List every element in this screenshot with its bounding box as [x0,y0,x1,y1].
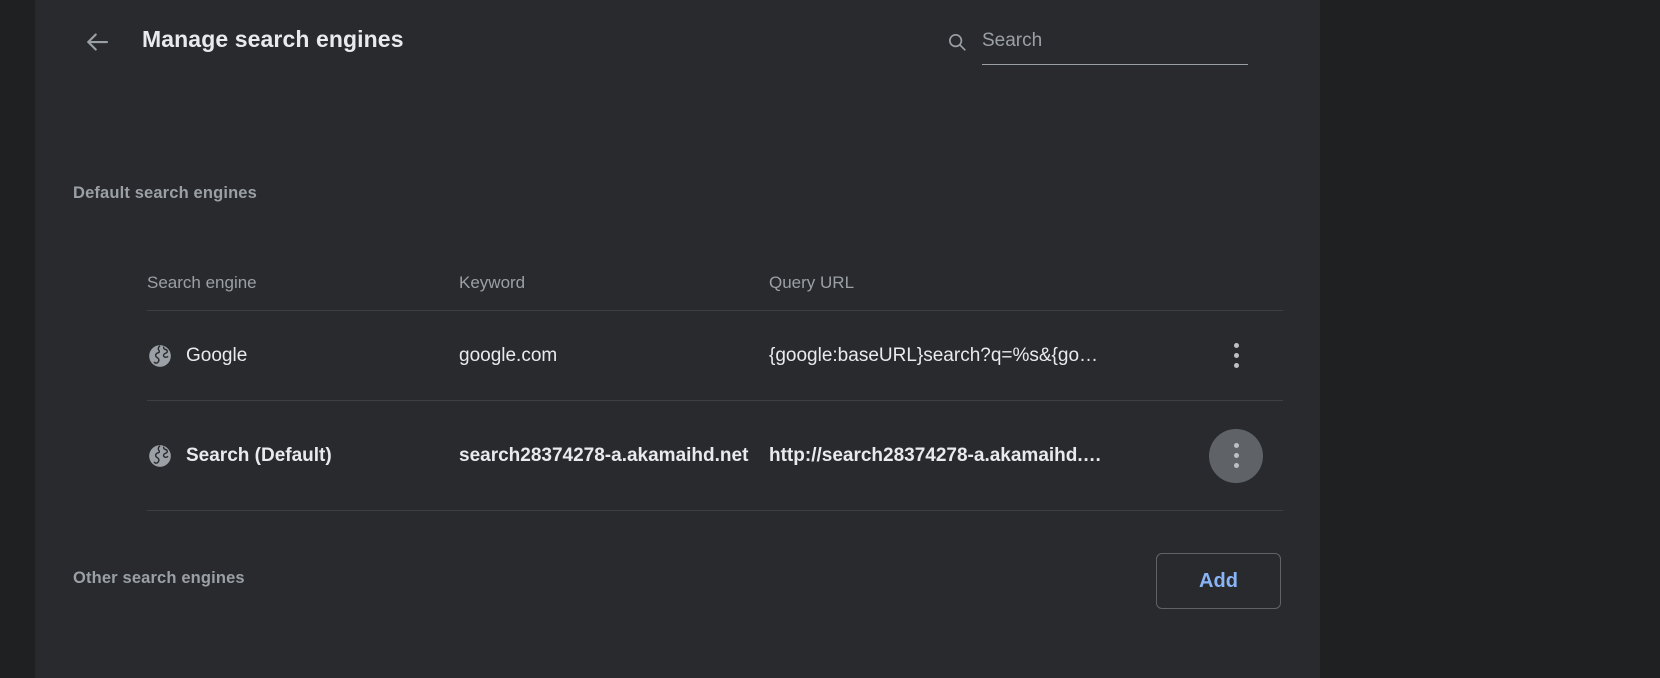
settings-screen: Manage search engines Default search eng… [0,0,1660,678]
globe-icon [147,343,173,369]
cell-engine-name: Google [186,344,248,366]
default-search-engines-label: Default search engines [73,184,257,202]
back-button[interactable] [73,18,121,66]
row-menu-button[interactable] [1209,428,1263,483]
column-header-query-url: Query URL [769,272,855,292]
column-header-keyword: Keyword [459,272,526,292]
cell-query-url: http://search28374278-a.akamaihd.… [769,444,1102,466]
column-header-search-engine: Search engine [147,272,257,292]
other-search-engines-label: Other search engines [73,569,245,587]
table-row[interactable]: Search (Default) search28374278-a.akamai… [147,401,1283,511]
more-vert-icon [1233,343,1239,348]
more-vert-icon [1233,363,1239,368]
manage-search-engines-panel: Manage search engines Default search eng… [35,0,1320,678]
table-row[interactable]: Google google.com {google:baseURL}search… [147,311,1283,401]
table-header-row: Search engine Keyword Query URL [147,255,1283,311]
more-vert-icon [1233,463,1239,468]
page-header: Manage search engines [35,0,1320,84]
cell-keyword: google.com [459,344,558,366]
page-title: Manage search engines [142,26,404,52]
arrow-left-icon [82,27,112,57]
row-menu-button[interactable] [1209,329,1263,383]
search-icon [946,31,968,53]
cell-keyword: search28374278-a.akamaihd.net [459,444,749,466]
more-vert-icon [1233,453,1239,458]
cell-query-url: {google:baseURL}search?q=%s&{go… [769,344,1099,366]
search-engines-table: Search engine Keyword Query URL Google g… [147,255,1283,511]
more-vert-icon [1233,353,1239,358]
search-input[interactable] [982,22,1248,65]
more-vert-icon [1233,443,1239,448]
globe-icon [147,443,173,469]
left-gutter [0,0,35,678]
right-gutter [1320,0,1660,678]
cell-engine-name: Search (Default) [186,444,332,466]
add-button[interactable]: Add [1156,553,1281,609]
search-box [940,22,1250,65]
